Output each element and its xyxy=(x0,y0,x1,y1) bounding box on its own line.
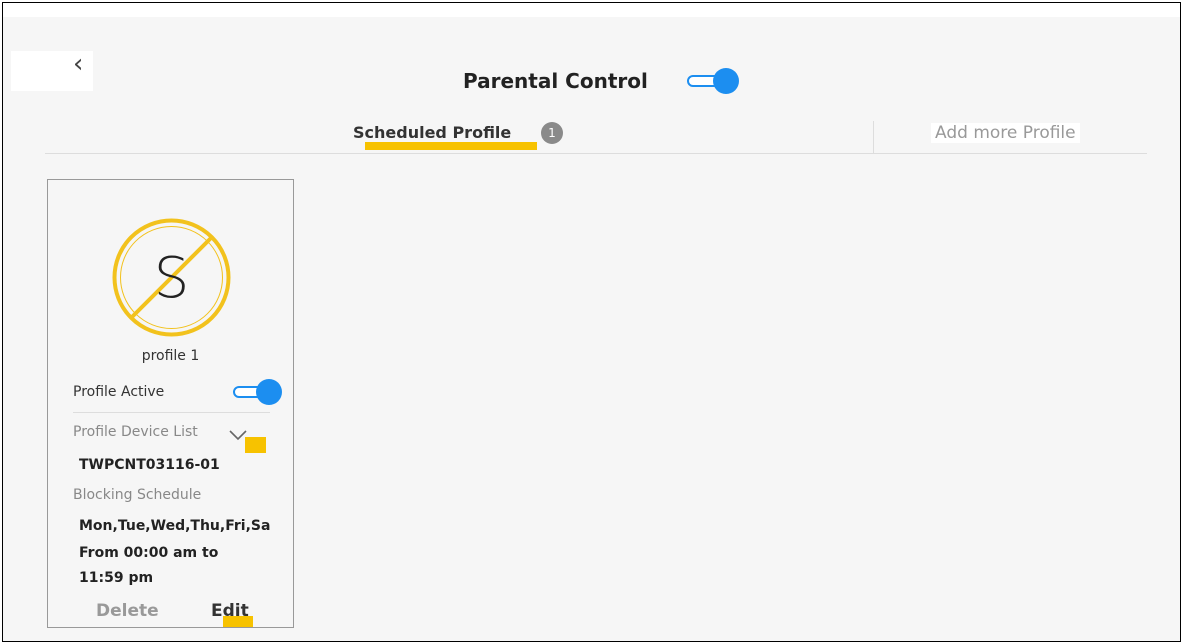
delete-button[interactable]: Delete xyxy=(96,601,159,621)
tab-scheduled-profile[interactable]: Scheduled Profile xyxy=(353,123,511,142)
card-divider xyxy=(73,412,270,413)
schedule-to: 11:59 pm xyxy=(79,570,154,586)
tab-add-more-profile[interactable]: Add more Profile xyxy=(931,123,1080,143)
edit-button[interactable]: Edit xyxy=(211,601,249,621)
profile-active-toggle[interactable] xyxy=(233,379,282,405)
page-title: Parental Control xyxy=(463,69,648,93)
tab-active-highlight xyxy=(365,142,537,150)
toggle-knob xyxy=(256,379,282,405)
schedule-days: Mon,Tue,Wed,Thu,Fri,Sa xyxy=(79,518,271,534)
schedule-from: From 00:00 am to xyxy=(79,545,219,561)
profile-name: profile 1 xyxy=(141,348,200,364)
parental-control-toggle[interactable] xyxy=(687,68,739,94)
profile-count-badge: 1 xyxy=(541,122,563,144)
profile-card: S profile 1 Profile Active Profile Devic… xyxy=(47,179,294,628)
device-name: TWPCNT03116-01 xyxy=(79,457,220,473)
top-strip xyxy=(3,3,1180,17)
tabs-underline xyxy=(45,153,1147,154)
app-window: ‹ Parental Control Scheduled Profile 1 A… xyxy=(2,2,1181,642)
avatar-letter: S xyxy=(154,246,190,311)
profile-avatar-icon: S xyxy=(110,216,233,339)
blocking-schedule-label: Blocking Schedule xyxy=(73,487,202,503)
profile-active-label: Profile Active xyxy=(73,384,165,400)
chevron-highlight xyxy=(245,437,266,453)
device-list-label: Profile Device List xyxy=(73,424,198,440)
tab-divider xyxy=(873,121,874,153)
chevron-down-icon[interactable] xyxy=(229,427,247,441)
toggle-knob xyxy=(713,68,739,94)
back-chevron-left-icon[interactable]: ‹ xyxy=(73,49,83,79)
